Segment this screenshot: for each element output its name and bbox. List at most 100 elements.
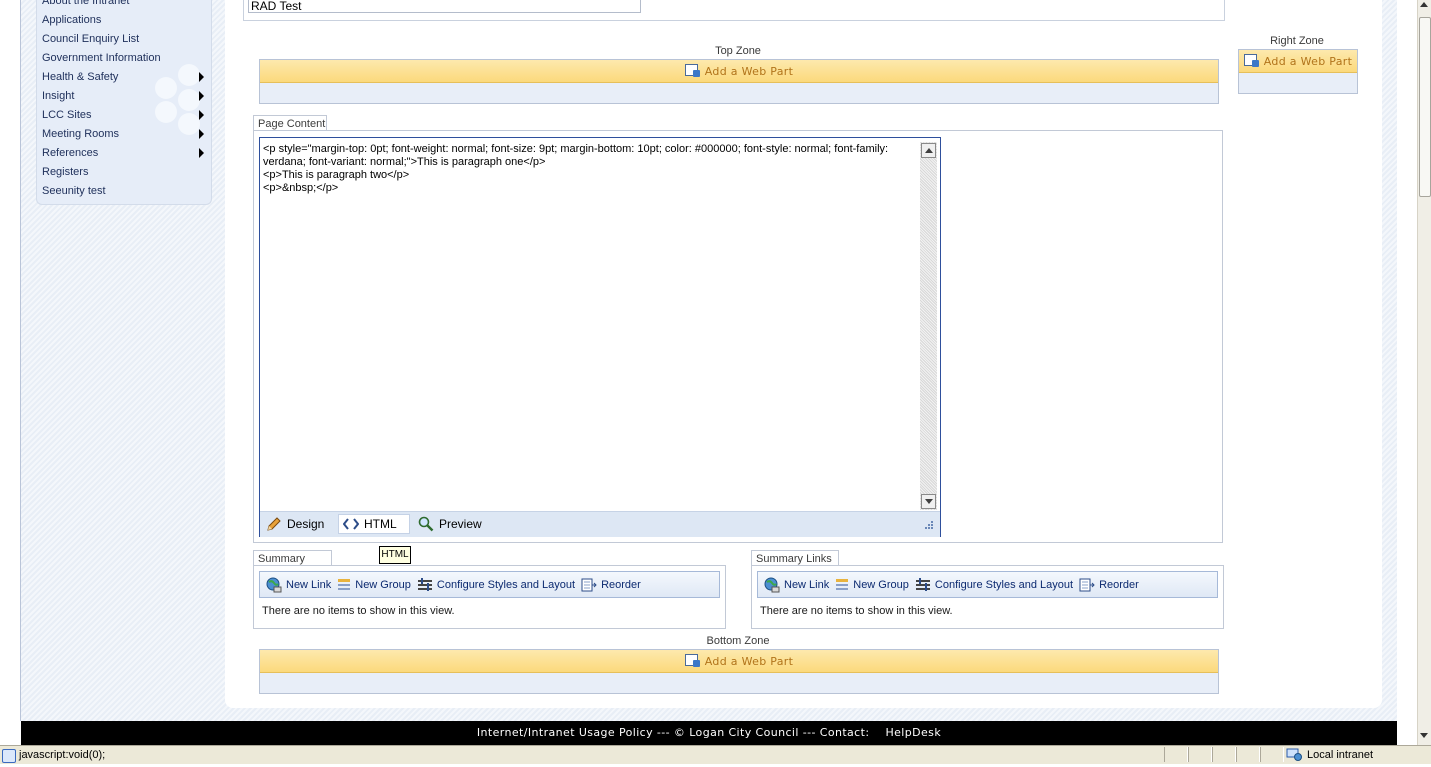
nav-item-references[interactable]: References [42, 144, 98, 162]
footer-text: Internet/Intranet Usage Policy --- © Log… [476, 726, 870, 739]
summary-links-2-empty-text: There are no items to show in this view. [760, 605, 953, 617]
design-mode-tab[interactable]: Design [266, 514, 324, 534]
add-web-part-label: Add a Web Part [1263, 54, 1353, 68]
nav-item-lcc-sites[interactable]: LCC Sites [42, 106, 92, 124]
nav-item-meeting-rooms[interactable]: Meeting Rooms [42, 125, 119, 143]
top-zone-label: Top Zone [715, 45, 761, 57]
summary-links-2-tab: Summary Links 2 [751, 550, 839, 581]
group-list-icon [836, 578, 849, 590]
new-link-label: New Link [784, 578, 830, 591]
submenu-arrow-icon[interactable] [199, 129, 204, 139]
nav-item-about-intranet[interactable]: About the Intranet [42, 0, 129, 10]
configure-styles-icon [417, 577, 432, 591]
html-tooltip: HTML [379, 546, 411, 564]
reorder-label: Reorder [1099, 578, 1139, 591]
add-web-part-icon [684, 654, 701, 668]
submenu-arrow-icon[interactable] [199, 110, 204, 120]
html-mode-tab[interactable]: HTML [338, 514, 410, 534]
decorative-hexagon [178, 64, 200, 86]
submenu-arrow-icon[interactable] [199, 91, 204, 101]
page-content-tab: Page Content [253, 115, 327, 131]
new-link-button[interactable]: New Link [764, 577, 829, 593]
preview-mode-tab[interactable]: Preview [418, 514, 482, 534]
status-pane [1212, 747, 1236, 762]
summary-links-2-toolbar: New Link New Group Configure Styles and … [757, 571, 1218, 598]
pencil-icon [267, 517, 281, 531]
nav-item-applications[interactable]: Applications [42, 11, 101, 29]
site-footer: Internet/Intranet Usage Policy --- © Log… [21, 721, 1397, 745]
new-group-label: New Group [853, 578, 909, 591]
new-group-label: New Group [355, 578, 411, 591]
security-zone-label: Local intranet [1307, 749, 1374, 761]
new-group-button[interactable]: New Group [337, 578, 411, 592]
top-zone-add-bar: Add a Web Part [260, 60, 1218, 83]
left-page-gutter [0, 0, 21, 721]
quick-launch-nav: About the Intranet Applications Council … [36, 0, 212, 205]
summary-links-empty-text: There are no items to show in this view. [262, 605, 455, 617]
new-link-label: New Link [286, 578, 332, 591]
new-group-button[interactable]: New Group [835, 578, 909, 592]
scroll-down-button[interactable] [921, 494, 936, 509]
right-zone-add-bar: Add a Web Part [1239, 50, 1357, 73]
bottom-zone-add-web-part-link[interactable]: Add a Web Part [684, 650, 794, 672]
preview-mode-label: Preview [439, 517, 482, 531]
reorder-icon [1079, 578, 1095, 591]
helpdesk-link[interactable]: HelpDesk [885, 726, 941, 739]
nav-item-seeunity-test[interactable]: Seeunity test [42, 182, 106, 200]
status-pane [1164, 747, 1188, 762]
top-zone-add-web-part-link[interactable]: Add a Web Part [684, 60, 794, 82]
scroll-down-arrow-icon[interactable] [1420, 733, 1428, 738]
group-list-icon [338, 578, 351, 590]
nav-item-insight[interactable]: Insight [42, 87, 74, 105]
intranet-zone-icon [1286, 748, 1302, 761]
nav-item-health-safety[interactable]: Health & Safety [42, 68, 118, 86]
decorative-hexagon [155, 101, 177, 123]
browser-scroll-thumb[interactable] [1419, 17, 1431, 197]
configure-styles-button[interactable]: Configure Styles and Layout [915, 577, 1074, 592]
submenu-arrow-icon[interactable] [199, 148, 204, 158]
page-icon [2, 749, 16, 763]
bottom-zone-label: Bottom Zone [706, 635, 770, 647]
reorder-button[interactable]: Reorder [1079, 578, 1139, 592]
resize-grip-icon[interactable] [924, 520, 934, 530]
top-zone: Add a Web Part [259, 59, 1219, 104]
summary-links-tab: Summary Links [253, 550, 332, 581]
page-title-input[interactable]: RAD Test [248, 0, 641, 13]
nav-item-government-information[interactable]: Government Information [42, 49, 161, 67]
right-zone: Add a Web Part [1238, 49, 1358, 94]
summary-links-toolbar: New Link New Group Configure Styles and … [259, 571, 720, 598]
code-brackets-icon [343, 518, 359, 530]
configure-styles-label: Configure Styles and Layout [934, 578, 1074, 591]
bottom-zone: Add a Web Part [259, 649, 1219, 694]
configure-styles-icon [915, 577, 930, 591]
reorder-icon [581, 578, 597, 591]
scroll-up-button[interactable] [921, 143, 936, 158]
html-mode-label: HTML [364, 517, 397, 531]
bottom-zone-add-bar: Add a Web Part [260, 650, 1218, 673]
design-mode-label: Design [287, 517, 325, 531]
html-source-textarea[interactable]: <p style="margin-top: 0pt; font-weight: … [263, 143, 918, 503]
configure-styles-button[interactable]: Configure Styles and Layout [417, 577, 575, 592]
editor-mode-bar: Design HTML Preview [260, 511, 940, 537]
right-zone-add-web-part-link[interactable]: Add a Web Part [1243, 50, 1353, 72]
nav-item-registers[interactable]: Registers [42, 163, 88, 181]
decorative-hexagon [155, 77, 177, 99]
add-web-part-label: Add a Web Part [704, 64, 794, 78]
submenu-arrow-icon[interactable] [199, 72, 204, 82]
right-zone-label: Right Zone [1270, 35, 1324, 47]
browser-status-bar: javascript:void(0); Local intranet [0, 745, 1431, 764]
decorative-hexagon [178, 89, 200, 111]
magnifier-icon [418, 516, 434, 532]
reorder-button[interactable]: Reorder [581, 578, 641, 592]
decorative-hexagon [178, 113, 200, 135]
right-page-gutter [1397, 0, 1417, 721]
add-web-part-icon [684, 64, 701, 78]
editor-vertical-scrollbar[interactable] [920, 142, 937, 510]
reorder-label: Reorder [601, 578, 641, 591]
new-link-button[interactable]: New Link [266, 577, 331, 593]
add-web-part-label: Add a Web Part [704, 654, 794, 668]
nav-item-council-enquiry-list[interactable]: Council Enquiry List [42, 30, 139, 48]
scroll-up-arrow-icon[interactable] [1420, 2, 1428, 7]
globe-link-icon [266, 577, 282, 592]
status-pane [1260, 747, 1284, 762]
